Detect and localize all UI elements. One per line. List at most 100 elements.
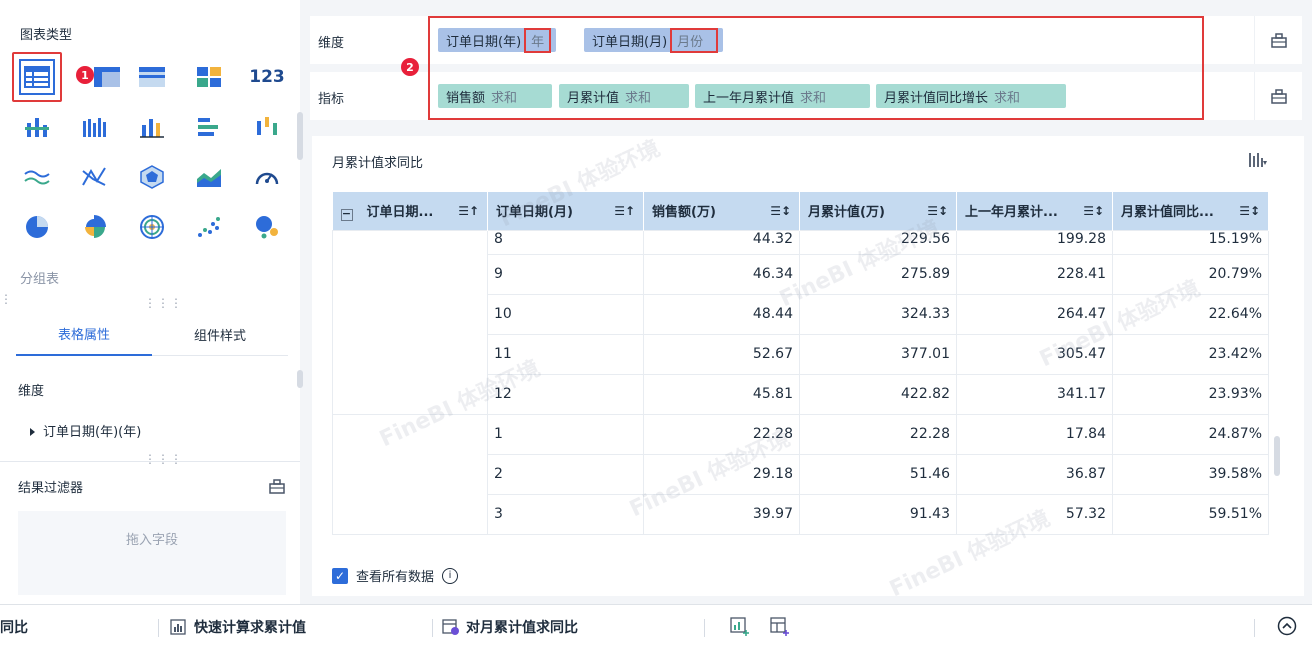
sort-icon[interactable]: ☰↕	[1239, 204, 1260, 218]
result-filter-title: 结果过滤器	[18, 481, 84, 496]
dashboard-icon	[442, 619, 459, 635]
table-cell: 9	[487, 253, 644, 295]
table-icon[interactable]	[12, 52, 62, 102]
properties-scrollbar[interactable]	[297, 370, 303, 388]
header-monthly-cumulative[interactable]: 月累计值(万) ☰↕	[799, 192, 957, 230]
tab-current[interactable]: 同比	[0, 605, 158, 649]
radar-line-icon[interactable]	[69, 152, 119, 202]
pill-field-sub: 求和	[625, 90, 652, 106]
header-month[interactable]: 订单日期(月) ☰↑	[487, 192, 644, 230]
sort-icon[interactable]: ☰↕	[770, 204, 791, 218]
header-year[interactable]: − 订单日期... ☰↑	[332, 192, 488, 230]
indicator-pill-last-year-cumulative[interactable]: 上一年月累计值 求和	[695, 84, 870, 108]
resize-handle-icon[interactable]: ⋮⋮⋮	[144, 296, 183, 310]
dimension-settings-icon[interactable]	[1254, 16, 1302, 64]
filter-drop-zone[interactable]: 拖入字段	[18, 511, 286, 595]
pill-field-name: 订单日期(月)	[592, 34, 668, 50]
header-sales[interactable]: 销售额(万) ☰↕	[643, 192, 800, 230]
data-table: − 订单日期... ☰↑ 订单日期(月) ☰↑ 销售额(万) ☰↕ 月累计值(万) ☰↕ …	[332, 192, 1269, 535]
sort-icon[interactable]: ☰↑	[458, 204, 479, 218]
indicator-pill-sales[interactable]: 销售额 求和	[438, 84, 552, 108]
header-yoy-growth[interactable]: 月累计值同比... ☰↕	[1112, 192, 1269, 230]
table-cell: 17.84	[956, 413, 1113, 455]
pill-field-sub[interactable]: 月份	[670, 27, 719, 53]
table-cell: 422.82	[799, 373, 957, 415]
collapse-icon[interactable]: −	[340, 208, 353, 221]
table-cell: 324.33	[799, 293, 957, 335]
polygon-icon[interactable]	[127, 152, 177, 202]
bar-icon[interactable]	[184, 102, 234, 152]
pill-field-sub: 求和	[491, 90, 518, 106]
filter-settings-icon[interactable]	[268, 477, 286, 495]
indicator-row-label: 指标	[318, 92, 345, 107]
info-icon[interactable]: i	[442, 567, 459, 584]
property-tabs: 表格属性 组件样式	[16, 312, 288, 356]
sort-icon[interactable]: ☰↕	[927, 204, 948, 218]
table-cell: 91.43	[799, 493, 957, 535]
crosstable-icon[interactable]	[82, 52, 132, 102]
column-icon[interactable]	[127, 102, 177, 152]
chart-type-scrollbar[interactable]	[297, 112, 303, 160]
view-all-data[interactable]: ✓ 查看所有数据 i	[332, 566, 459, 585]
divider	[158, 619, 159, 637]
detail-table-icon[interactable]	[127, 52, 177, 102]
pill-field-sub: 求和	[994, 90, 1021, 106]
dimension-pill-month[interactable]: 订单日期(月) 月份	[584, 27, 724, 53]
field-area: 维度 订单日期(年) 年 订单日期(月) 月份 指标 销售额 求和 月累计值 求…	[310, 16, 1302, 120]
table-cell: 46.34	[643, 253, 800, 295]
table-cell: 341.17	[956, 373, 1113, 415]
grouped-column-icon[interactable]	[69, 102, 119, 152]
add-component-icon[interactable]	[730, 617, 750, 637]
indicator-pill-yoy-growth[interactable]: 月累计值同比增长 求和	[876, 84, 1066, 108]
indicator-pill-monthly-cumulative[interactable]: 月累计值 求和	[559, 84, 689, 108]
area-chart-icon[interactable]	[184, 152, 234, 202]
header-last-year-cumulative[interactable]: 上一年月累计... ☰↕	[956, 192, 1113, 230]
year-cell	[332, 229, 488, 415]
range-column-icon[interactable]	[242, 102, 292, 152]
resize-handle-icon[interactable]: ⋮⋮⋮	[144, 452, 183, 466]
dimension-pill-year[interactable]: 订单日期(年) 年	[438, 27, 557, 53]
chevron-up-icon[interactable]	[1277, 616, 1297, 636]
table-row: 8 44.32 229.56 199.28 15.19%	[332, 229, 1269, 415]
app-root: 图表类型 1 123 分组表 ⋮⋮⋮ ⋮ 表格属性 组件样式 维度 订单日期(年…	[0, 0, 1312, 654]
table-cell: 377.01	[799, 333, 957, 375]
area-wave-icon[interactable]	[12, 152, 62, 202]
number-card-icon[interactable]: 123	[242, 52, 292, 102]
table-cell: 12	[487, 373, 644, 415]
sort-icon[interactable]: ☰↕	[1083, 204, 1104, 218]
pill-field-sub[interactable]: 年	[524, 27, 552, 53]
pill-field-name: 月累计值同比增长	[884, 90, 989, 106]
table-scrollbar[interactable]	[1274, 436, 1280, 476]
divider	[0, 461, 300, 462]
table-cell: 23.42%	[1112, 333, 1269, 375]
scatter-icon[interactable]	[184, 202, 234, 252]
pie-icon[interactable]	[12, 202, 62, 252]
table-cell: 29.18	[643, 453, 800, 495]
gauge-icon[interactable]	[242, 152, 292, 202]
tree-item-year[interactable]: 订单日期(年)(年)	[30, 421, 141, 440]
table-cell: 3	[487, 493, 644, 535]
dimension-row: 维度 订单日期(年) 年 订单日期(月) 月份	[310, 16, 1302, 64]
tab-monthly-yoy[interactable]: 对月累计值求同比	[442, 605, 578, 649]
tab-table-properties[interactable]: 表格属性	[16, 312, 152, 356]
divider	[1254, 619, 1255, 637]
add-dashboard-icon[interactable]	[770, 617, 790, 637]
chart-title: 月累计值求同比	[332, 156, 424, 171]
tab-component-style[interactable]: 组件样式	[152, 312, 288, 356]
stacked-column-icon[interactable]	[12, 102, 62, 152]
sort-icon[interactable]: ☰↑	[614, 204, 635, 218]
bubble-icon[interactable]	[242, 202, 292, 252]
side-drag-icon[interactable]: ⋮	[0, 292, 13, 306]
rose-pie-icon[interactable]	[69, 202, 119, 252]
indicator-settings-icon[interactable]	[1254, 72, 1302, 120]
radar-target-icon[interactable]	[127, 202, 177, 252]
table-cell: 36.87	[956, 453, 1113, 495]
chart-settings-icon[interactable]	[1248, 151, 1267, 169]
year-cell	[332, 413, 488, 535]
table-cell: 39.97	[643, 493, 800, 535]
tab-quick-cumulative[interactable]: 快速计算求累计值	[170, 605, 306, 649]
chart-icon	[170, 619, 186, 635]
tree-item-label: 订单日期(年)(年)	[43, 425, 142, 440]
checkbox-checked-icon[interactable]: ✓	[332, 567, 348, 584]
kpi-grid-icon[interactable]	[184, 52, 234, 102]
